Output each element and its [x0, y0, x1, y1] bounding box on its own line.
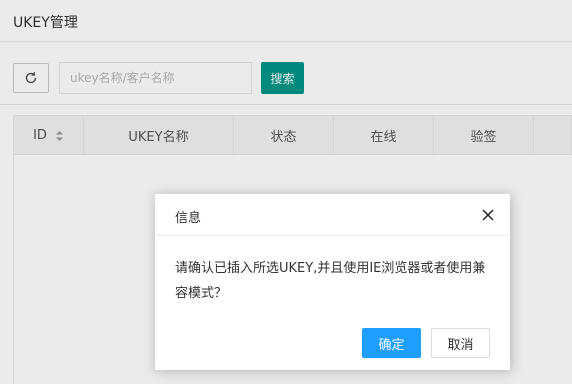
- confirm-dialog: 信息 请确认已插入所选UKEY,并且使用IE浏览器或者使用兼容模式？ 确定 取消: [155, 194, 510, 370]
- dialog-title: 信息: [175, 211, 202, 226]
- close-icon[interactable]: [480, 207, 496, 223]
- dialog-message: 请确认已插入所选UKEY,并且使用IE浏览器或者使用兼容模式？: [175, 261, 486, 301]
- cancel-button[interactable]: 取消: [431, 328, 490, 358]
- confirm-button[interactable]: 确定: [362, 328, 421, 358]
- dialog-header: 信息: [155, 194, 510, 236]
